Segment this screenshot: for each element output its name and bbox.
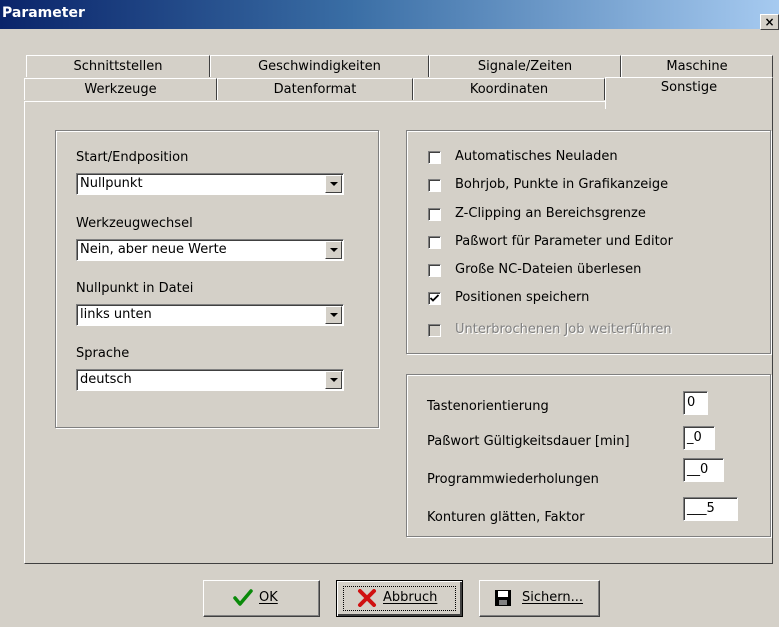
werkzeugwechsel-value: Nein, aber neue Werte bbox=[80, 242, 227, 257]
option-z-clipping[interactable]: Z-Clipping an Bereichsgrenze bbox=[428, 206, 748, 224]
ok-label: OK bbox=[259, 590, 278, 605]
checkbox-checked[interactable] bbox=[428, 292, 441, 305]
option-positionen-speichern[interactable]: Positionen speichern bbox=[428, 290, 748, 308]
floppy-disk-icon bbox=[494, 589, 512, 611]
ok-button[interactable]: OK bbox=[203, 580, 320, 617]
option-automatisches-neuladen[interactable]: Automatisches Neuladen bbox=[428, 149, 748, 167]
checkbox[interactable] bbox=[428, 208, 441, 221]
tab-schnittstellen[interactable]: Schnittstellen bbox=[26, 55, 210, 77]
passwort-dauer-label: Paßwort Gültigkeitsdauer [min] bbox=[427, 434, 630, 449]
cancel-button[interactable]: Abbruch bbox=[336, 580, 463, 617]
option-label: Automatisches Neuladen bbox=[455, 149, 618, 164]
nullpunkt-datei-value: links unten bbox=[80, 307, 152, 322]
sprache-value: deutsch bbox=[80, 372, 132, 387]
tab-koordinaten[interactable]: Koordinaten bbox=[413, 78, 605, 100]
option-label: Große NC-Dateien überlesen bbox=[455, 262, 642, 277]
sprache-label: Sprache bbox=[76, 346, 130, 361]
option-grosse-nc-dateien[interactable]: Große NC-Dateien überlesen bbox=[428, 262, 748, 280]
checkmark-icon bbox=[233, 589, 253, 611]
option-unterbrochenen-job: Unterbrochenen Job weiterführen bbox=[428, 322, 748, 340]
checkbox[interactable] bbox=[428, 236, 441, 249]
tastenorientierung-field[interactable]: 0 bbox=[683, 391, 708, 415]
title-bar: Parameter × bbox=[0, 0, 779, 30]
konturen-glaetten-label: Konturen glätten, Faktor bbox=[427, 510, 585, 525]
tab-geschwindigkeiten[interactable]: Geschwindigkeiten bbox=[210, 55, 429, 77]
checkbox[interactable] bbox=[428, 151, 441, 164]
save-button[interactable]: Sichern... bbox=[479, 580, 600, 617]
close-button[interactable]: × bbox=[760, 14, 779, 30]
option-bohrjob[interactable]: Bohrjob, Punkte in Grafikanzeige bbox=[428, 177, 748, 195]
option-label: Z-Clipping an Bereichsgrenze bbox=[455, 206, 646, 221]
close-icon: × bbox=[764, 15, 775, 29]
option-label: Bohrjob, Punkte in Grafikanzeige bbox=[455, 177, 669, 192]
save-label: Sichern... bbox=[522, 590, 584, 605]
tab-label: Signale/Zeiten bbox=[477, 59, 573, 74]
passwort-dauer-field[interactable]: _0 bbox=[683, 426, 715, 450]
checkbox[interactable] bbox=[428, 264, 441, 277]
cancel-label: Abbruch bbox=[383, 590, 438, 605]
option-label: Positionen speichern bbox=[455, 290, 590, 305]
option-label: Unterbrochenen Job weiterführen bbox=[455, 322, 672, 337]
sprache-select[interactable]: deutsch bbox=[76, 369, 344, 391]
checkbox-disabled bbox=[428, 324, 441, 337]
tab-label: Werkzeuge bbox=[84, 82, 157, 97]
chevron-down-icon[interactable] bbox=[325, 306, 342, 324]
konturen-glaetten-field[interactable]: ___5 bbox=[683, 497, 738, 521]
window-title: Parameter bbox=[2, 5, 85, 21]
tab-label: Geschwindigkeiten bbox=[258, 59, 381, 74]
tab-label: Koordinaten bbox=[469, 82, 549, 97]
tab-label: Datenformat bbox=[273, 82, 357, 97]
werkzeugwechsel-select[interactable]: Nein, aber neue Werte bbox=[76, 239, 344, 261]
nullpunkt-datei-select[interactable]: links unten bbox=[76, 304, 344, 326]
tab-datenformat[interactable]: Datenformat bbox=[217, 78, 413, 100]
programmwiederholungen-label: Programmwiederholungen bbox=[427, 472, 599, 487]
start-endposition-select[interactable]: Nullpunkt bbox=[76, 173, 344, 195]
start-endposition-label: Start/Endposition bbox=[76, 150, 189, 165]
nullpunkt-datei-label: Nullpunkt in Datei bbox=[76, 281, 194, 296]
programmwiederholungen-field[interactable]: __0 bbox=[683, 458, 724, 482]
tab-sonstige[interactable]: Sonstige bbox=[605, 77, 773, 109]
close-icon bbox=[357, 589, 377, 611]
tab-maschine[interactable]: Maschine bbox=[621, 55, 773, 77]
tastenorientierung-label: Tastenorientierung bbox=[427, 399, 549, 414]
tab-signale-zeiten[interactable]: Signale/Zeiten bbox=[429, 55, 621, 77]
checkbox[interactable] bbox=[428, 179, 441, 192]
option-label: Paßwort für Parameter und Editor bbox=[455, 234, 673, 249]
chevron-down-icon[interactable] bbox=[325, 241, 342, 259]
chevron-down-icon[interactable] bbox=[325, 371, 342, 389]
chevron-down-icon[interactable] bbox=[325, 175, 342, 193]
option-passwort[interactable]: Paßwort für Parameter und Editor bbox=[428, 234, 748, 252]
tab-werkzeuge[interactable]: Werkzeuge bbox=[24, 78, 217, 100]
start-endposition-value: Nullpunkt bbox=[80, 176, 143, 191]
tab-label: Maschine bbox=[666, 59, 728, 74]
werkzeugwechsel-label: Werkzeugwechsel bbox=[76, 216, 193, 231]
tab-label: Schnittstellen bbox=[73, 59, 163, 74]
tab-label: Sonstige bbox=[660, 80, 718, 95]
checkmark-icon bbox=[429, 294, 440, 302]
